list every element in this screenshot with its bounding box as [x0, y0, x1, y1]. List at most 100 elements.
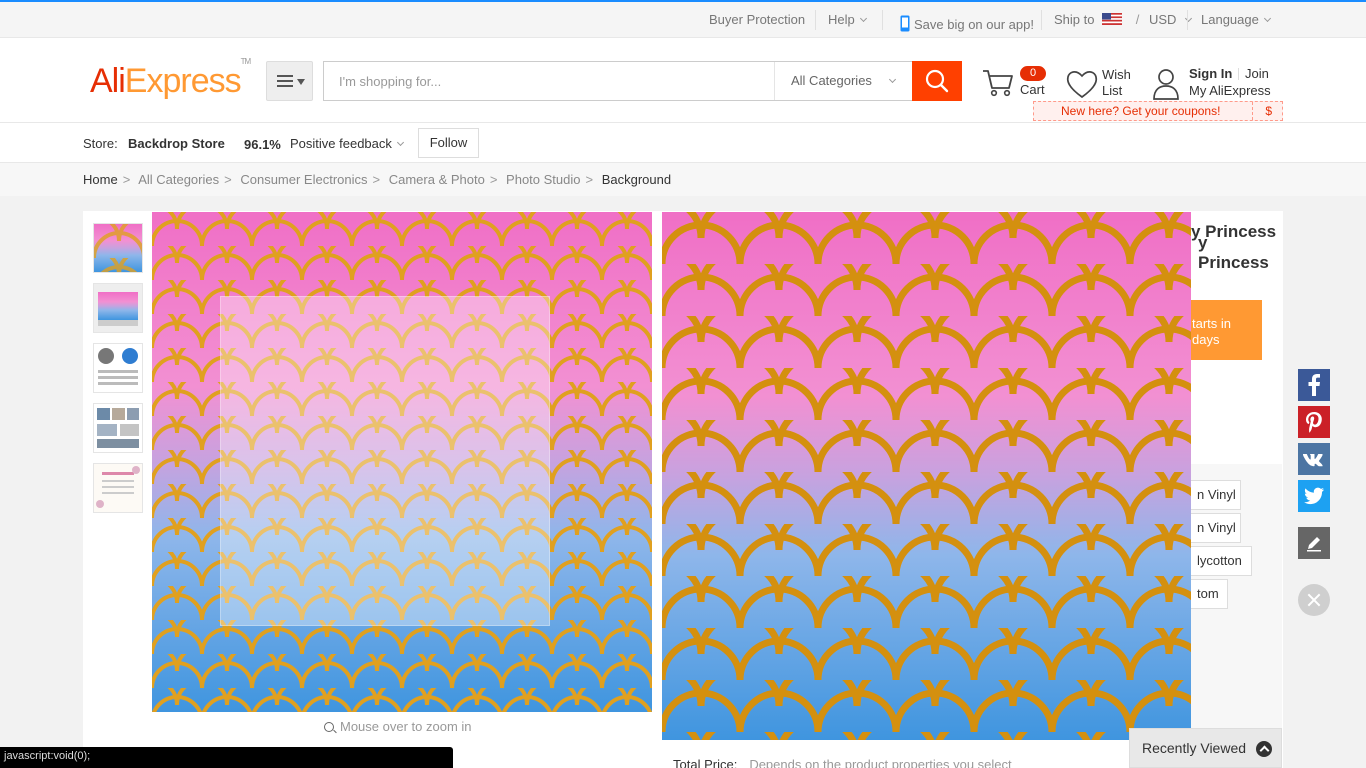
user-icon: [1153, 69, 1179, 100]
ship-to-label: Ship to: [1054, 12, 1095, 27]
browser-status-bar: javascript:void(0);: [0, 747, 453, 768]
my-aliexpress-link[interactable]: My AliExpress: [1189, 83, 1271, 98]
breadcrumb-home[interactable]: Home: [83, 172, 118, 187]
app-link[interactable]: Save big on our app!: [900, 12, 1034, 32]
pencil-icon: [1298, 527, 1330, 559]
breadcrumb: Home > All Categories > Consumer Electroni…: [0, 163, 1366, 196]
coupon-symbol: $: [1265, 104, 1272, 118]
breadcrumb-background[interactable]: Background: [602, 172, 671, 187]
divider: [1187, 10, 1188, 30]
recently-viewed-label: Recently Viewed: [1142, 740, 1247, 756]
currency-label: USD: [1148, 12, 1177, 27]
divider: [1238, 68, 1239, 80]
chevron-down-icon: [1263, 14, 1271, 23]
caret-down-icon: [297, 79, 305, 85]
divider: [1041, 10, 1042, 30]
thumbnail-5[interactable]: [93, 463, 143, 513]
divider: [815, 10, 816, 30]
positive-feedback-menu[interactable]: Positive feedback: [290, 136, 404, 151]
language-menu[interactable]: Language: [1201, 12, 1271, 27]
search-button[interactable]: [912, 61, 962, 101]
help-menu[interactable]: Help: [828, 12, 867, 27]
breadcrumb-consumer-electronics[interactable]: Consumer Electronics: [240, 172, 367, 187]
us-flag-icon: [1102, 13, 1123, 25]
pinterest-share-button[interactable]: [1298, 406, 1330, 438]
thumbnail-1[interactable]: [93, 223, 143, 273]
feedback-label: Positive feedback: [290, 136, 392, 151]
thumbnail-4[interactable]: [93, 403, 143, 453]
ship-to-menu[interactable]: Ship to / USD: [1054, 12, 1193, 27]
store-name-link[interactable]: Backdrop Store: [128, 136, 225, 151]
close-sidebar-button[interactable]: [1298, 584, 1330, 616]
wish-list-label: Wish List: [1102, 67, 1131, 98]
main-product-image[interactable]: [152, 212, 652, 712]
breadcrumb-photo-studio[interactable]: Photo Studio: [506, 172, 580, 187]
edit-button[interactable]: [1298, 527, 1330, 559]
breadcrumb-all-categories[interactable]: All Categories: [138, 172, 219, 187]
category-label: All Categories: [791, 73, 872, 88]
promo-banner: tarts in days: [1191, 300, 1262, 360]
app-label: Save big on our app!: [914, 17, 1034, 32]
chevron-up-icon: [1256, 741, 1272, 757]
recently-viewed-button[interactable]: Recently Viewed: [1129, 728, 1282, 768]
cart-label: Cart: [1020, 82, 1045, 97]
material-option-1[interactable]: n Vinyl: [1186, 480, 1241, 510]
search-icon: [925, 69, 949, 93]
account-menu: Sign In Join My AliExpress: [1152, 66, 1282, 102]
sign-in-link[interactable]: Sign In: [1189, 66, 1232, 81]
cart-icon: [983, 70, 1013, 97]
total-price-label: Total Price:: [673, 757, 738, 768]
pinterest-icon: [1298, 406, 1330, 438]
thumbnail-list: [93, 223, 143, 523]
material-option-4[interactable]: tom: [1186, 579, 1228, 609]
coupon-banner[interactable]: New here? Get your coupons! $: [1033, 101, 1283, 121]
thumbnail-2[interactable]: [93, 283, 143, 333]
follow-button[interactable]: Follow: [418, 128, 479, 158]
vk-icon: [1298, 443, 1330, 475]
product-title-visible: y Princess: [1191, 222, 1277, 241]
chevron-down-icon: [888, 75, 897, 84]
buyer-protection-link[interactable]: Buyer Protection: [709, 12, 805, 27]
categories-menu-button[interactable]: [266, 61, 313, 101]
store-label: Store:: [83, 136, 118, 151]
heart-icon: [1066, 71, 1098, 99]
search-bar: All Categories: [323, 61, 912, 101]
promo-line2: days: [1192, 332, 1220, 347]
slash: /: [1135, 12, 1140, 27]
magnifier-icon: [324, 722, 334, 732]
zoomed-image-panel: [662, 212, 1191, 740]
aliexpress-logo[interactable]: AliExpressTM: [90, 57, 251, 101]
wish-list-button[interactable]: Wish List: [1066, 66, 1146, 102]
category-select[interactable]: All Categories: [774, 62, 913, 100]
material-option-3[interactable]: lycotton: [1186, 546, 1252, 576]
divider: [1252, 102, 1253, 120]
thumbnail-3[interactable]: [93, 343, 143, 393]
twitter-icon: [1298, 480, 1330, 512]
facebook-icon: [1298, 369, 1330, 401]
store-bar: Store: Backdrop Store 96.1% Positive fee…: [0, 123, 1366, 163]
material-option-2[interactable]: n Vinyl: [1186, 513, 1241, 543]
total-price-row: Total Price: Depends on the product prope…: [673, 757, 1012, 768]
help-label: Help: [828, 12, 855, 27]
zoom-hint-text: Mouse over to zoom in: [340, 719, 472, 734]
search-input[interactable]: [324, 62, 774, 100]
language-label: Language: [1201, 12, 1259, 27]
hamburger-icon: [277, 75, 293, 87]
phone-icon: [900, 15, 910, 32]
cart-button[interactable]: 0 Cart: [982, 66, 1052, 102]
divider: [882, 10, 883, 30]
twitter-share-button[interactable]: [1298, 480, 1330, 512]
zoom-hint: Mouse over to zoom in: [324, 719, 472, 734]
chevron-down-icon: [396, 138, 404, 147]
total-price-hint: Depends on the product properties you se…: [749, 757, 1012, 768]
breadcrumb-camera-photo[interactable]: Camera & Photo: [389, 172, 485, 187]
chevron-down-icon: [859, 14, 867, 23]
vk-share-button[interactable]: [1298, 443, 1330, 475]
coupon-text: New here? Get your coupons!: [1061, 104, 1221, 118]
top-bar: Buyer Protection Help Save big on our ap…: [0, 0, 1366, 38]
feedback-percentage: 96.1%: [244, 137, 281, 152]
zoom-lens: [220, 296, 550, 626]
promo-line1: tarts in: [1192, 316, 1232, 331]
facebook-share-button[interactable]: [1298, 369, 1330, 401]
join-link[interactable]: Join: [1245, 66, 1269, 81]
